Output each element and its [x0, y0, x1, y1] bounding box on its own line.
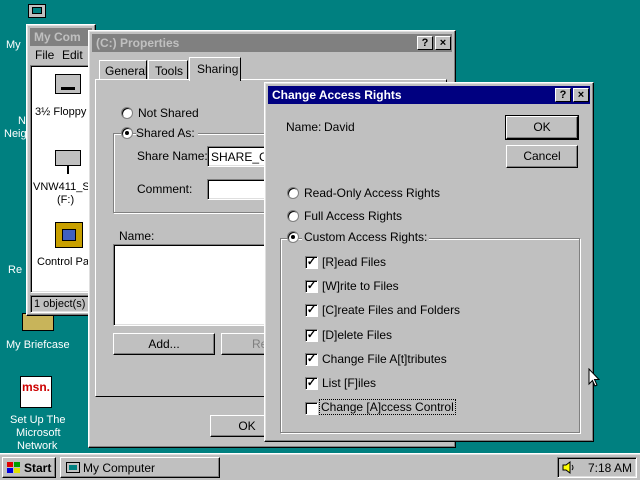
msn-icon[interactable]: msn.: [20, 376, 52, 408]
network-drive-letter: (F:): [57, 194, 75, 206]
taskbar-my-computer-button[interactable]: My Computer: [60, 457, 220, 478]
dialog-ok-button[interactable]: OK: [505, 115, 579, 140]
change-attributes-label: Change File A[t]tributes: [322, 352, 447, 366]
list-files-checkbox[interactable]: ✓: [305, 377, 318, 390]
taskbar: Start My Computer 7:18 AM: [0, 453, 640, 480]
desktop-label-setup-1: Set Up The: [10, 414, 66, 426]
start-button[interactable]: Start: [2, 457, 56, 478]
dialog-title: Change Access Rights: [272, 88, 402, 102]
desktop-icon-my-computer[interactable]: [26, 2, 48, 22]
write-files-checkbox[interactable]: ✓: [305, 280, 318, 293]
change-access-control-checkbox[interactable]: [305, 402, 318, 415]
menu-edit[interactable]: Edit: [62, 48, 83, 62]
status-text: 1 object(s) s: [34, 298, 94, 310]
floppy-drive-icon[interactable]: [55, 74, 81, 94]
floppy-label: 3½ Floppy (: [35, 106, 94, 118]
read-files-checkbox[interactable]: ✓: [305, 256, 318, 269]
desktop-label-recycle-partial: Re: [8, 264, 23, 276]
system-tray: 7:18 AM: [557, 457, 637, 478]
network-drive-icon[interactable]: [55, 150, 81, 174]
desktop-label-setup-3: Network: [17, 440, 58, 452]
change-access-control-label: Change [A]ccess Control: [319, 399, 456, 415]
delete-files-checkbox[interactable]: ✓: [305, 329, 318, 342]
create-files-label: [C]reate Files and Folders: [322, 303, 461, 317]
dialog-name-value: David: [324, 120, 355, 134]
not-shared-radio[interactable]: [121, 107, 133, 119]
tab-sharing[interactable]: Sharing: [189, 57, 241, 81]
list-files-label: List [F]iles: [322, 376, 377, 390]
windows-logo-icon: [7, 462, 21, 474]
shared-as-label: Shared As:: [136, 126, 198, 140]
properties-help-button[interactable]: ?: [417, 36, 433, 50]
msn-badge: msn.: [22, 380, 51, 394]
read-files-label: [R]ead Files: [322, 255, 387, 269]
delete-files-label: [D]elete Files: [322, 328, 393, 342]
network-drive-label: VNW411_S: [33, 181, 90, 193]
not-shared-label: Not Shared: [138, 106, 199, 120]
readonly-radio[interactable]: [287, 187, 299, 199]
computer-icon: [28, 4, 46, 18]
dialog-close-button[interactable]: ×: [573, 88, 589, 102]
dialog-help-button[interactable]: ?: [555, 88, 571, 102]
control-panel-icon[interactable]: [55, 222, 83, 248]
add-button[interactable]: Add...: [113, 333, 215, 355]
custom-access-label: Custom Access Rights:: [302, 230, 430, 244]
my-computer-titlebar[interactable]: My Com: [30, 28, 92, 46]
desktop-label-setup-2: Microsoft: [16, 427, 61, 439]
control-panel-label: Control Par: [37, 256, 93, 268]
full-access-label: Full Access Rights: [304, 209, 403, 223]
name-list-label: Name:: [119, 229, 155, 243]
clock[interactable]: 7:18 AM: [588, 461, 632, 475]
tab-tools[interactable]: Tools: [148, 60, 188, 80]
taskbar-task-label: My Computer: [83, 461, 156, 475]
change-attributes-checkbox[interactable]: ✓: [305, 353, 318, 366]
taskbar-computer-icon: [66, 462, 80, 473]
properties-titlebar[interactable]: (C:) Properties: [92, 34, 452, 52]
properties-title: (C:) Properties: [96, 36, 180, 50]
mouse-cursor-icon: [588, 368, 600, 387]
my-computer-title: My Com: [34, 30, 81, 44]
readonly-label: Read-Only Access Rights: [304, 186, 441, 200]
create-files-checkbox[interactable]: ✓: [305, 304, 318, 317]
share-name-label: Share Name:: [137, 149, 208, 163]
custom-access-radio[interactable]: [287, 231, 299, 243]
properties-close-button[interactable]: ×: [435, 36, 451, 50]
desktop-label-my-briefcase: My Briefcase: [6, 339, 70, 351]
speaker-icon[interactable]: [562, 461, 576, 474]
comment-label: Comment:: [137, 182, 193, 196]
shared-as-radio[interactable]: [121, 127, 133, 139]
dialog-cancel-button[interactable]: Cancel: [506, 145, 578, 168]
tab-general[interactable]: General: [99, 60, 148, 80]
dialog-titlebar[interactable]: Change Access Rights: [268, 86, 590, 104]
change-access-rights-dialog[interactable]: Change Access Rights ? × Name: David OK …: [264, 82, 594, 442]
my-computer-window[interactable]: My Com File Edit 3½ Floppy ( VNW411_S (F…: [26, 24, 100, 316]
full-access-radio[interactable]: [287, 210, 299, 222]
write-files-label: [W]rite to Files: [322, 279, 399, 293]
dialog-name-label: Name:: [286, 120, 322, 134]
menu-file[interactable]: File: [35, 48, 54, 62]
start-label: Start: [24, 461, 52, 475]
desktop-label-network-partial: N: [18, 115, 26, 127]
desktop-label-my: My: [6, 39, 21, 51]
desktop-label-neighborhood-partial: Neig: [4, 128, 27, 140]
